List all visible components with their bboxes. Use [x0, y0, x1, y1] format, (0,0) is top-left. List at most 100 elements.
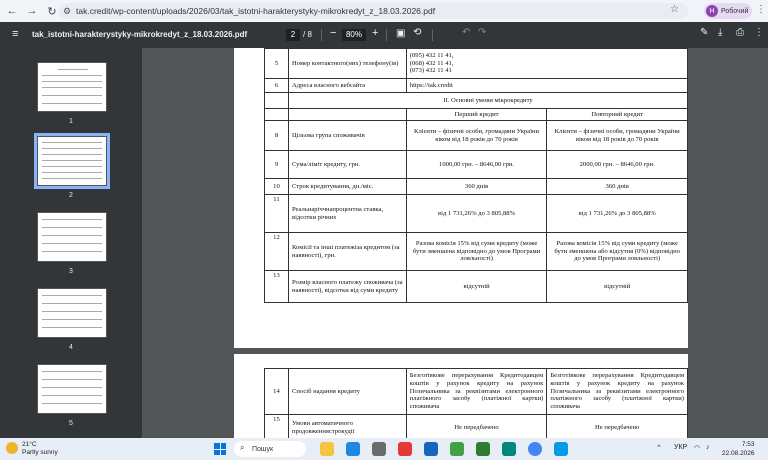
thumbnail-page-4[interactable]: [37, 288, 107, 338]
table-row: 5 Номер контактного(них) телефону(ів) (0…: [264, 48, 689, 79]
repeat-credit-value: Не передбачено: [546, 414, 688, 438]
row-label: Спосіб надання кредиту: [287, 368, 407, 415]
bookmark-star-icon[interactable]: ☆: [670, 4, 679, 15]
forward-icon[interactable]: →: [24, 3, 40, 19]
first-credit-value: відсутній: [405, 270, 548, 303]
download-icon[interactable]: ⤓: [718, 27, 722, 38]
redo-icon[interactable]: ↷: [478, 27, 486, 38]
clock-date: 22.08.2026: [722, 450, 755, 457]
thumbnail-label: 5: [69, 420, 73, 427]
table-row: 6 Адреса власного вебсайта https://tak.c…: [264, 78, 689, 93]
row-label: Строк кредитування, дн./міс.: [287, 178, 407, 195]
volume-icon[interactable]: ♪: [706, 444, 710, 451]
clock-time: 7:53: [741, 441, 755, 448]
print-icon[interactable]: ⎙: [736, 27, 744, 38]
browser-menu-icon[interactable]: ⋮: [756, 4, 766, 15]
app-icon[interactable]: [476, 442, 490, 456]
fit-page-icon[interactable]: ▣: [396, 28, 405, 39]
row-number: 14: [264, 368, 289, 415]
page-number-input[interactable]: 2: [286, 29, 300, 41]
taskbar: 21°C Partly sunny ⌕ Пошук ⌃ УКР ◠ ♪ 7:53…: [0, 438, 768, 460]
table-row: 10 Строк кредитування, дн./міс. 360 днів…: [264, 178, 688, 195]
zoom-in-icon[interactable]: +: [372, 27, 378, 39]
pdf-page: 5 Номер контактного(них) телефону(ів) (0…: [234, 48, 689, 348]
sidebar-menu-icon[interactable]: ≡: [12, 28, 18, 40]
app-icon[interactable]: [424, 442, 438, 456]
annotate-icon[interactable]: ✎: [700, 27, 708, 38]
rotate-icon[interactable]: ⟲: [413, 27, 421, 38]
first-credit-value: Клієнти – фізичні особи, громадяни Украї…: [405, 120, 548, 151]
toolbar-divider: [432, 29, 433, 41]
repeat-credit-value: відсутній: [546, 270, 688, 303]
first-credit-value: Не передбачено: [405, 414, 548, 438]
table-row: 14 Спосіб надання кредиту Безготівкове п…: [264, 368, 688, 415]
app-icon[interactable]: [450, 442, 464, 456]
temperature: 21°C: [22, 441, 37, 448]
chrome-icon[interactable]: [528, 442, 542, 456]
thumbnail-label: 3: [69, 268, 73, 275]
row-label: Сума/ліміт кредиту, грн.: [287, 150, 407, 179]
app-icon[interactable]: [554, 442, 568, 456]
file-explorer-icon[interactable]: [320, 442, 334, 456]
repeat-credit-value: 360 днів: [546, 178, 688, 195]
pdf-filename: tak_istotni-harakterystyky-mikrokredyt_z…: [32, 30, 248, 39]
thumbnail-label: 2: [69, 192, 73, 199]
table-row: 11 Реальнаріччнапроцентна ставка, відсот…: [264, 194, 688, 233]
language-indicator[interactable]: УКР: [674, 444, 687, 451]
back-icon[interactable]: ←: [4, 3, 20, 19]
app-icon[interactable]: [346, 442, 360, 456]
row-label: Реальнаріччнапроцентна ставка, відсотки …: [287, 194, 407, 233]
row-number: 11: [264, 194, 289, 233]
table-row: 12 Комісії та інші платежіза кредитом (з…: [264, 232, 688, 271]
wifi-icon[interactable]: ◠: [694, 444, 700, 452]
column-header: Повторний кредит: [546, 108, 688, 121]
thumbnail-page-5[interactable]: [37, 364, 107, 414]
app-icon[interactable]: [372, 442, 386, 456]
column-header: Перший кредит: [405, 108, 548, 121]
row-label: Розмір власного платежу споживача (за на…: [287, 270, 407, 303]
clock[interactable]: 7:53 22.08.2026: [722, 440, 755, 458]
search-icon: ⌕: [240, 443, 245, 452]
taskbar-search[interactable]: ⌕ Пошук: [234, 441, 306, 457]
first-credit-value: 360 днів: [405, 178, 548, 195]
weather-widget[interactable]: 21°C Partly sunny: [22, 441, 58, 457]
row-number: 13: [264, 270, 289, 303]
row-number: 10: [264, 178, 289, 195]
profile-label: Робочий: [721, 7, 749, 15]
address-bar[interactable]: ⚙ tak.credit/wp-content/uploads/2026/03/…: [58, 3, 688, 19]
repeat-credit-value: Клієнти – фізичні особи, громадяни Украї…: [546, 120, 688, 151]
undo-icon[interactable]: ↶: [462, 27, 470, 38]
row-label: Комісії та інші платежіза кредитом (за н…: [287, 232, 407, 271]
app-icon[interactable]: [502, 442, 516, 456]
table-row: 13 Розмір власного платежу споживача (за…: [264, 270, 688, 303]
row-label: Адреса власного вебсайта: [287, 78, 407, 93]
zoom-level-input[interactable]: 80%: [342, 29, 366, 41]
thumbnail-page-3[interactable]: [37, 212, 107, 262]
more-options-icon[interactable]: ⋮: [754, 27, 764, 38]
pdf-toolbar: ≡ tak_istotni-harakterystyky-mikrokredyt…: [0, 22, 768, 48]
first-credit-value: 1000,00 грн. – 8646,00 грн.: [405, 150, 548, 179]
chevron-up-icon[interactable]: ⌃: [656, 444, 662, 452]
row-label: Цільова група споживачів: [287, 120, 407, 151]
thumbnail-page-2[interactable]: [34, 133, 110, 189]
thumbnail-label: 1: [69, 118, 73, 125]
site-info-icon[interactable]: ⚙: [63, 6, 71, 17]
pdf-viewer[interactable]: 5 Номер контактного(них) телефону(ів) (0…: [142, 48, 768, 438]
windows-start-icon[interactable]: [214, 443, 226, 455]
profile-button[interactable]: Н Робочий: [704, 3, 752, 19]
row-value: https://tak.credit: [405, 78, 689, 93]
toolbar-divider: [321, 29, 322, 41]
pdf-page: 14 Спосіб надання кредиту Безготівкове п…: [234, 354, 688, 438]
row-label: Номер контактного(них) телефону(ів): [287, 48, 407, 79]
row-number: 12: [264, 232, 289, 271]
conditions-table: 14 Спосіб надання кредиту Безготівкове п…: [264, 368, 688, 438]
thumbnail-page-1[interactable]: [37, 62, 107, 112]
repeat-credit-value: Разова комісія 15% від суми кредиту (мож…: [546, 232, 688, 271]
app-icon[interactable]: [398, 442, 412, 456]
browser-bar: ← → ↻ ⚙ tak.credit/wp-content/uploads/20…: [0, 0, 768, 22]
zoom-out-icon[interactable]: −: [330, 27, 336, 39]
page-total: / 8: [303, 30, 312, 39]
row-label: Умови автоматичного продовженнястрокудії: [287, 414, 407, 438]
weather-icon[interactable]: [6, 442, 18, 454]
row-number: 15: [264, 414, 289, 438]
